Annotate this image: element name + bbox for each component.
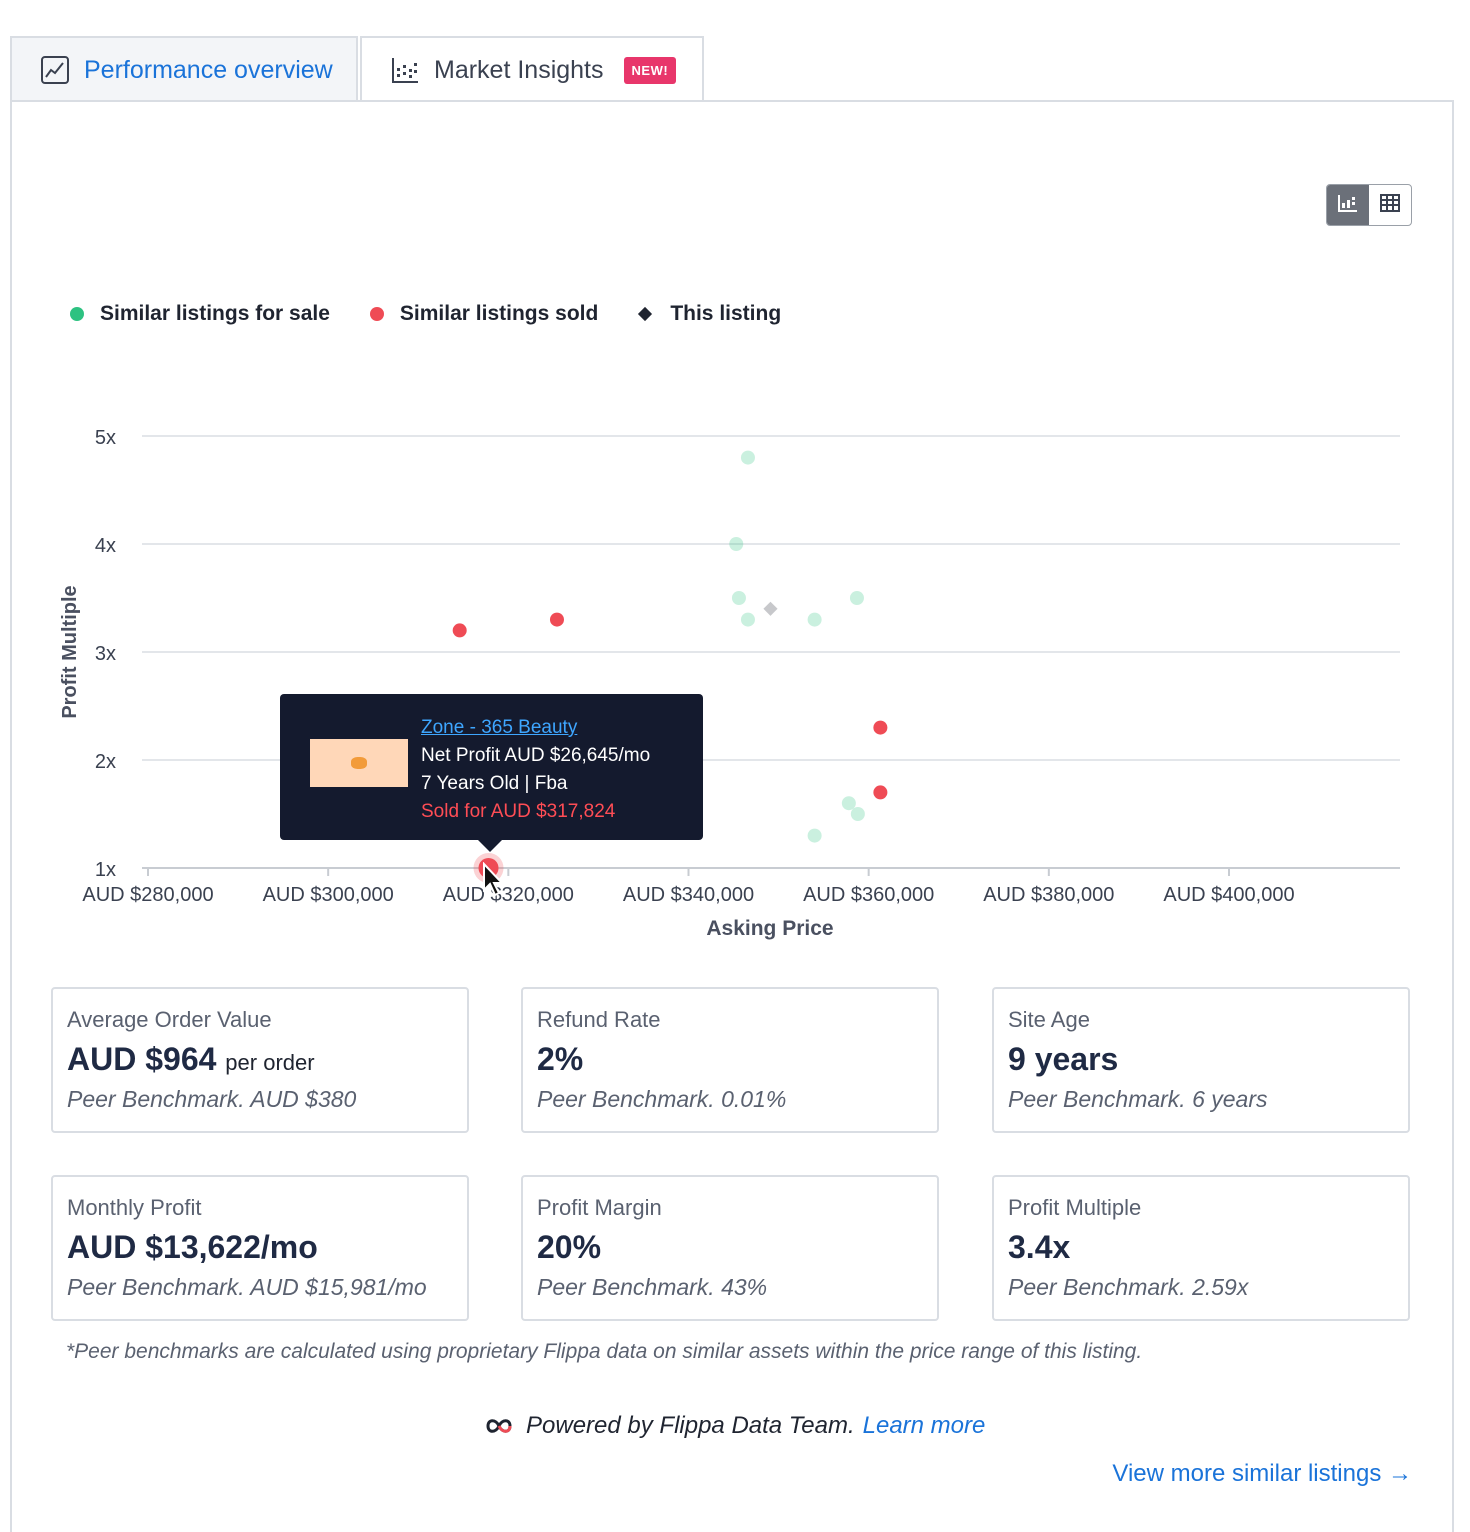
y-tick-label: 3x <box>95 643 116 665</box>
x-tick-label: AUD $320,000 <box>443 884 574 906</box>
for-sale-point <box>731 591 746 605</box>
listing-age-type: 7 Years Old | Fba <box>421 773 568 794</box>
line-chart-icon <box>40 55 70 85</box>
metric-card-profit-margin: Profit Margin 20% Peer Benchmark. 43% <box>521 1175 939 1321</box>
metric-value: 2% <box>537 1041 584 1077</box>
for-sale-point <box>849 591 864 605</box>
this-listing-point <box>763 601 778 616</box>
view-more-similar-listings-link[interactable]: View more similar listings → <box>1112 1460 1412 1488</box>
metric-unit: per order <box>225 1050 315 1075</box>
metric-value-number: AUD $964 <box>67 1041 217 1077</box>
metric-benchmark: Peer Benchmark. 2.59x <box>1008 1274 1249 1300</box>
metric-label: Monthly Profit <box>67 1195 202 1220</box>
for-sale-point <box>850 807 865 821</box>
tab-market-insights[interactable]: Market Insights NEW! <box>360 36 704 102</box>
flippa-logo-icon <box>484 1415 514 1437</box>
scatter-chart-icon <box>390 55 420 85</box>
x-axis-label: Asking Price <box>706 917 833 940</box>
legend-this-listing-diamond <box>638 306 653 322</box>
metric-benchmark: Peer Benchmark. AUD $15,981/mo <box>67 1274 427 1300</box>
powered-by: Powered by Flippa Data Team. Learn more <box>484 1412 985 1440</box>
for-sale-point <box>740 612 755 627</box>
legend-for-sale[interactable]: Similar listings for sale <box>70 302 330 326</box>
for-sale-point <box>807 828 822 843</box>
powered-by-text: Powered by Flippa Data Team. <box>526 1412 855 1439</box>
x-tick-label: AUD $300,000 <box>263 884 394 906</box>
legend-for-sale-dot <box>70 307 84 321</box>
new-badge: NEW! <box>623 56 677 84</box>
metric-label: Profit Multiple <box>1008 1195 1142 1220</box>
legend-this-listing-label: This listing <box>670 302 782 325</box>
listing-sold-for: Sold for AUD $317,824 <box>421 801 616 822</box>
metric-value: 9 years <box>1008 1041 1119 1077</box>
tab-performance-label: Performance overview <box>84 55 333 84</box>
metric-card-refund-rate: Refund Rate 2% Peer Benchmark. 0.01% <box>521 987 939 1133</box>
metric-card-profit-multiple: Profit Multiple 3.4x Peer Benchmark. 2.5… <box>992 1175 1410 1321</box>
listing-net-profit: Net Profit AUD $26,645/mo <box>421 745 651 766</box>
metric-label: Site Age <box>1008 1007 1090 1032</box>
for-sale-point <box>740 450 755 465</box>
y-axis-label: Profit Multiple <box>59 585 81 718</box>
tab-market-label: Market Insights <box>434 55 604 84</box>
legend-for-sale-label: Similar listings for sale <box>100 302 330 325</box>
metric-value: 20% <box>537 1229 602 1265</box>
sold-point <box>452 623 467 638</box>
metric-benchmark: Peer Benchmark. AUD $380 <box>67 1086 357 1112</box>
scatter-chart: 1x 2x 3x 4x 5x AUD $280,000 AUD $300,000 AUD $3… <box>59 427 1400 940</box>
legend-sold-dot <box>369 307 384 321</box>
sold-point <box>549 612 564 627</box>
y-tick-label: 4x <box>95 535 116 557</box>
x-tick-label: AUD $380,000 <box>983 884 1114 906</box>
benchmark-footnote: *Peer benchmarks are calculated using pr… <box>66 1340 1143 1363</box>
x-tick-label: AUD $400,000 <box>1163 884 1294 906</box>
metric-label: Average Order Value <box>67 1007 272 1032</box>
sold-point <box>873 785 888 800</box>
chart-legend: Similar listings for sale Similar listin… <box>70 302 821 326</box>
chart-view-icon <box>1338 194 1358 217</box>
listing-thumbnail <box>310 739 408 787</box>
chart-view-button[interactable] <box>1327 185 1369 225</box>
x-tick-label: AUD $360,000 <box>803 884 934 906</box>
legend-this-listing[interactable]: This listing <box>638 302 781 326</box>
y-tick-label: 1x <box>95 859 116 881</box>
for-sale-point <box>807 612 822 627</box>
x-tick-label: AUD $340,000 <box>623 884 754 906</box>
legend-sold[interactable]: Similar listings sold <box>369 302 599 326</box>
for-sale-point <box>841 796 856 811</box>
metric-label: Refund Rate <box>537 1007 661 1032</box>
metric-card-site-age: Site Age 9 years Peer Benchmark. 6 years <box>992 987 1410 1133</box>
y-tick-label: 2x <box>95 751 116 773</box>
metric-card-average-order-value: Average Order Value AUD $964 per order P… <box>51 987 469 1133</box>
metric-value: AUD $13,622/mo <box>67 1229 318 1265</box>
listing-title-link[interactable]: Zone - 365 Beauty <box>421 714 650 742</box>
legend-sold-label: Similar listings sold <box>399 302 599 325</box>
metric-label: Profit Margin <box>537 1195 662 1220</box>
thumbnail-image-icon <box>351 757 367 769</box>
metric-benchmark: Peer Benchmark. 6 years <box>1008 1086 1268 1112</box>
metric-card-monthly-profit: Monthly Profit AUD $13,622/mo Peer Bench… <box>51 1175 469 1321</box>
metric-value: 3.4x <box>1008 1229 1071 1265</box>
y-tick-label: 5x <box>95 427 116 449</box>
x-tick-label: AUD $280,000 <box>82 884 213 906</box>
table-view-icon <box>1380 193 1400 217</box>
metric-benchmark: Peer Benchmark. 43% <box>537 1274 768 1300</box>
table-view-button[interactable] <box>1369 185 1411 225</box>
view-toggle <box>1326 184 1412 226</box>
listing-tooltip: Zone - 365 Beauty Net Profit AUD $26,645… <box>280 694 703 852</box>
tab-performance-overview[interactable]: Performance overview <box>10 36 358 102</box>
mouse-cursor-icon <box>483 862 505 897</box>
learn-more-link[interactable]: Learn more <box>863 1412 986 1440</box>
for-sale-point <box>729 537 744 551</box>
metric-value: AUD $964 per order <box>67 1041 453 1078</box>
metric-benchmark: Peer Benchmark. 0.01% <box>537 1086 787 1112</box>
sold-point <box>873 720 888 735</box>
